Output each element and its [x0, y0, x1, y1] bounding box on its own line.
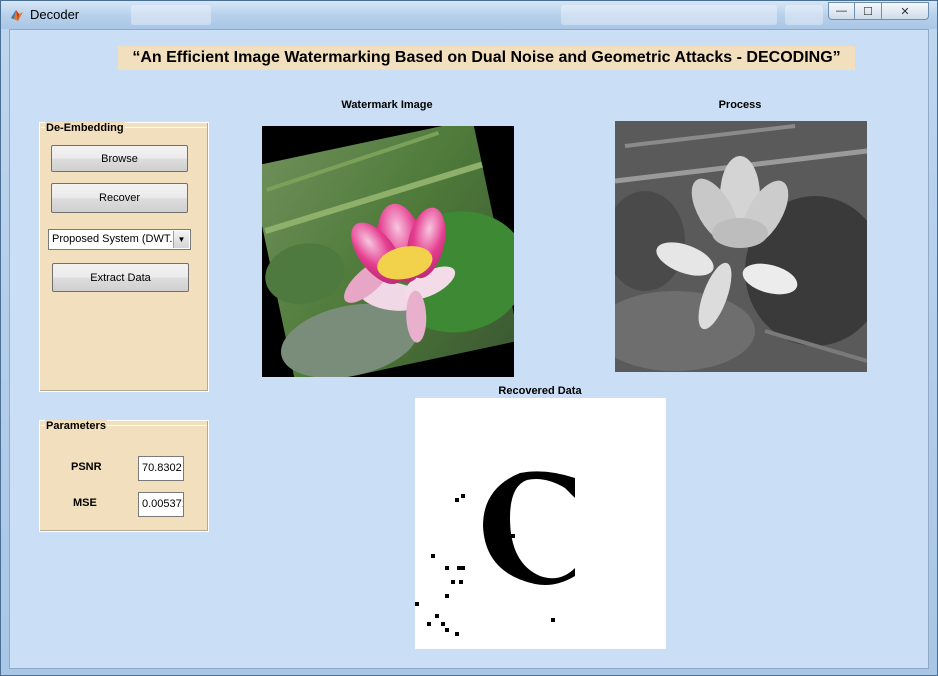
recovered-data-title: Recovered Data — [498, 385, 582, 397]
method-dropdown-value: Proposed System (DWT — [52, 233, 170, 245]
watermark-image-title: Watermark Image — [341, 99, 433, 111]
background-tab — [131, 5, 211, 25]
mse-label: MSE — [73, 497, 97, 509]
recovered-data-canvas — [415, 471, 575, 636]
panel-title: Parameters — [45, 420, 107, 432]
mse-field[interactable]: 0.005371 — [138, 492, 184, 517]
recovered-data-image — [415, 398, 666, 649]
recover-button[interactable]: Recover — [51, 183, 188, 213]
background-tab — [785, 5, 823, 25]
process-image — [615, 121, 867, 372]
process-image-canvas — [615, 121, 867, 372]
method-dropdown[interactable]: Proposed System (DWT... ▼ — [48, 229, 191, 250]
background-tab — [561, 5, 777, 25]
title-bar[interactable]: Decoder — ☐ ✕ — [1, 1, 937, 29]
chevron-down-icon[interactable]: ▼ — [173, 231, 189, 248]
close-button[interactable]: ✕ — [882, 2, 929, 20]
minimize-button[interactable]: — — [828, 2, 855, 20]
browse-button[interactable]: Browse — [51, 145, 188, 172]
watermark-image — [262, 126, 514, 377]
process-title: Process — [718, 99, 762, 111]
parameters-panel: Parameters PSNR 70.8302 MSE 0.005371 — [39, 420, 209, 532]
de-embedding-panel: De-Embedding Browse Recover Proposed Sys… — [39, 122, 209, 392]
matlab-icon — [11, 10, 23, 21]
psnr-field[interactable]: 70.8302 — [138, 456, 184, 481]
window-title: Decoder — [30, 7, 80, 22]
decoder-window: Decoder — ☐ ✕ “An Efficient Image Waterm… — [0, 0, 938, 676]
panel-title: De-Embedding — [45, 122, 125, 134]
extract-data-button[interactable]: Extract Data — [52, 263, 189, 292]
page-title: “An Efficient Image Watermarking Based o… — [118, 46, 855, 70]
window-controls: — ☐ ✕ — [828, 2, 929, 20]
maximize-button[interactable]: ☐ — [855, 2, 882, 20]
watermark-image-canvas — [262, 126, 514, 377]
psnr-label: PSNR — [71, 461, 102, 473]
figure-area: “An Efficient Image Watermarking Based o… — [9, 29, 929, 669]
